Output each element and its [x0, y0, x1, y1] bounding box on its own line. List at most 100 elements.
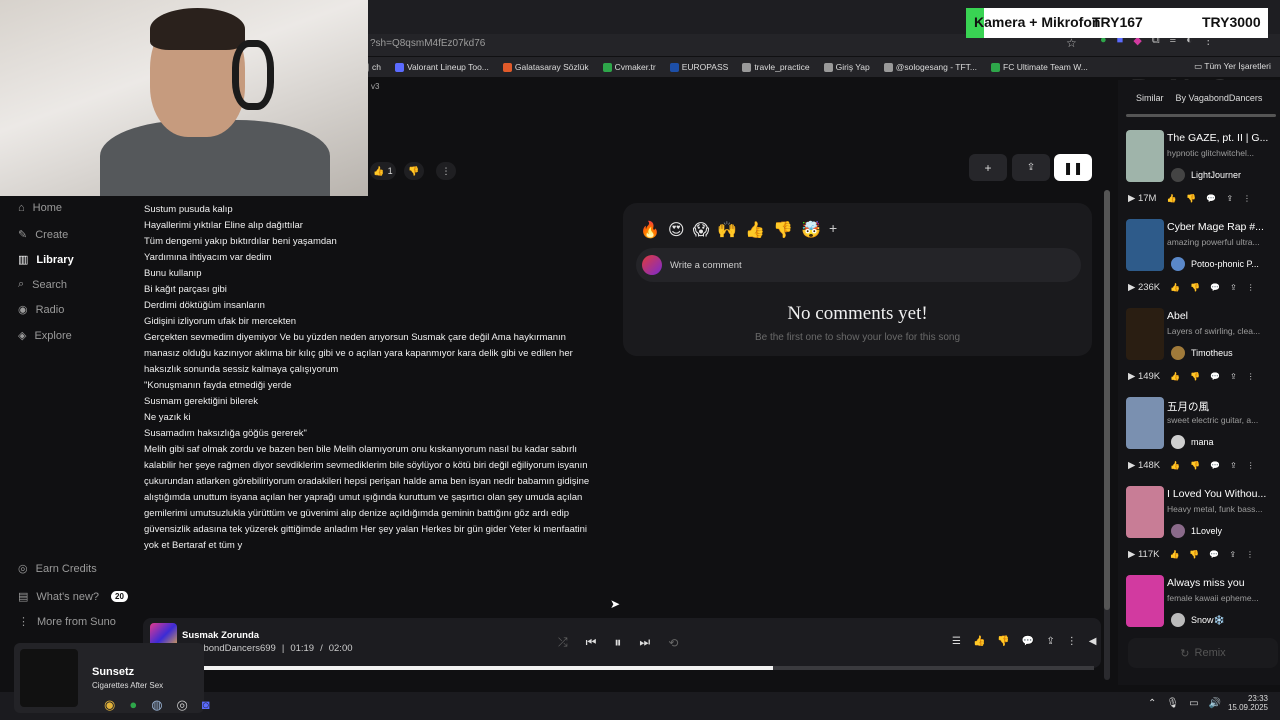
rec-thumbnail[interactable]	[1126, 308, 1164, 360]
rec-thumbnail[interactable]	[1126, 486, 1164, 538]
rec-like-icon[interactable]: 👍	[1170, 461, 1180, 470]
tabs-scrollbar[interactable]	[1126, 114, 1276, 117]
previous-icon[interactable]: ⏮	[586, 635, 597, 650]
rec-user[interactable]: Timotheus	[1171, 346, 1233, 360]
emoji-reaction-button[interactable]: 🙌	[717, 220, 737, 240]
shuffle-icon[interactable]: ⤮	[558, 635, 568, 650]
bookmark-8[interactable]: FC Ultimate Team W...	[991, 62, 1088, 72]
rec-title[interactable]: Cyber Mage Rap #...	[1167, 221, 1277, 233]
add-reaction-icon[interactable]: +	[829, 220, 837, 240]
rec-title[interactable]: I Loved You Withou...	[1167, 488, 1277, 500]
rec-thumbnail[interactable]	[1126, 219, 1164, 271]
collapse-icon[interactable]: ◀	[1089, 636, 1097, 647]
sidebar-item-home[interactable]: ⌂ Home	[18, 202, 62, 214]
rec-more-icon[interactable]: ⋮	[1243, 194, 1251, 203]
rec-dislike-icon[interactable]: 👎	[1190, 283, 1200, 292]
rec-comment-icon[interactable]: 💬	[1210, 283, 1220, 292]
rec-like-icon[interactable]: 👍	[1166, 194, 1176, 203]
rec-more-icon[interactable]: ⋮	[1247, 283, 1255, 292]
rec-more-icon[interactable]: ⋮	[1247, 461, 1255, 470]
dislike-button[interactable]: 👎	[404, 162, 424, 180]
comment-input[interactable]: Write a comment	[636, 248, 1081, 282]
rec-dislike-icon[interactable]: 👎	[1189, 550, 1199, 559]
emoji-reaction-button[interactable]: 🤯	[801, 220, 821, 240]
rec-like-icon[interactable]: 👍	[1170, 283, 1180, 292]
more-from-suno-link[interactable]: ⋮ More from Suno	[18, 615, 116, 629]
repeat-icon[interactable]: ⟲	[668, 636, 678, 650]
rec-comment-icon[interactable]: 💬	[1206, 194, 1216, 203]
emoji-reaction-button[interactable]: 👎	[773, 220, 793, 240]
bookmark-star-icon[interactable]: ☆	[1066, 36, 1077, 50]
player-share-icon[interactable]: ⇪	[1046, 636, 1054, 647]
remix-button[interactable]: ↻ Remix	[1128, 638, 1278, 668]
rec-comment-icon[interactable]: 💬	[1209, 550, 1219, 559]
player-comment-icon[interactable]: 💬	[1022, 636, 1034, 647]
emoji-reaction-button[interactable]: 😱	[693, 220, 710, 240]
rec-thumbnail[interactable]	[1126, 575, 1164, 627]
whats-new-link[interactable]: ▤ What's new? 20	[18, 590, 128, 603]
rec-play-count[interactable]: ▶ 17M	[1128, 193, 1156, 204]
player-more-icon[interactable]: ⋮	[1067, 636, 1077, 647]
sidebar-item-radio[interactable]: ◉ Radio	[18, 303, 64, 317]
pause-song-button[interactable]: ❚❚	[1054, 154, 1092, 181]
more-options-button[interactable]: ⋮	[436, 162, 456, 180]
rec-user[interactable]: Snow❄️	[1171, 613, 1225, 627]
bookmark-6[interactable]: Giriş Yap	[823, 62, 870, 72]
next-icon[interactable]: ⏭	[639, 635, 650, 650]
like-button[interactable]: 👍 1	[370, 162, 396, 180]
rec-user[interactable]: mana	[1171, 435, 1214, 449]
rec-share-icon[interactable]: ⇪	[1226, 194, 1233, 203]
emoji-reaction-button[interactable]: 😍	[668, 220, 685, 240]
sidebar-item-library[interactable]: ▥ Library	[18, 253, 74, 267]
progress-fill[interactable]	[150, 666, 774, 670]
rec-comment-icon[interactable]: 💬	[1210, 372, 1220, 381]
player-song-title[interactable]: Susmak Zorunda	[182, 630, 259, 641]
volume-icon[interactable]: 🔊	[1209, 698, 1221, 709]
bookmark-3[interactable]: Cvmaker.tr	[602, 62, 656, 72]
bookmark-7[interactable]: @sologesang - TFT...	[883, 62, 977, 72]
bookmark-4[interactable]: EUROPASS	[669, 62, 728, 72]
player-like-icon[interactable]: 👍	[973, 636, 985, 647]
steam-taskbar-icon[interactable]: ◍	[151, 697, 162, 713]
rec-thumbnail[interactable]	[1126, 130, 1164, 182]
rec-like-icon[interactable]: 👍	[1170, 372, 1180, 381]
player-pause-icon[interactable]: ⏸	[614, 634, 621, 651]
rec-user[interactable]: LightJourner	[1171, 168, 1241, 182]
bookmark-1[interactable]: Valorant Lineup Too...	[394, 62, 489, 72]
tray-chevron-icon[interactable]: ⌃	[1148, 698, 1156, 709]
emoji-reaction-button[interactable]: 👍	[745, 220, 765, 240]
sidebar-item-search[interactable]: ⌕ Search	[18, 278, 67, 291]
bookmark-2[interactable]: Galatasaray Sözlük	[502, 62, 589, 72]
rec-dislike-icon[interactable]: 👎	[1190, 461, 1200, 470]
emoji-reaction-button[interactable]: 🔥	[640, 220, 660, 240]
rec-thumbnail[interactable]	[1126, 397, 1164, 449]
rec-dislike-icon[interactable]: 👎	[1190, 372, 1200, 381]
rec-share-icon[interactable]: ⇪	[1230, 283, 1237, 292]
rec-play-count[interactable]: ▶ 149K	[1128, 371, 1160, 382]
rec-share-icon[interactable]: ⇪	[1230, 461, 1237, 470]
rec-user[interactable]: Potoo-phonic P...	[1171, 257, 1259, 271]
rec-play-count[interactable]: ▶ 148K	[1128, 460, 1160, 471]
rec-dislike-icon[interactable]: 👎	[1186, 194, 1196, 203]
chrome-taskbar-icon[interactable]: ◉	[104, 697, 115, 713]
rec-title[interactable]: Always miss you	[1167, 577, 1277, 589]
player-dislike-icon[interactable]: 👎	[997, 636, 1009, 647]
rec-like-icon[interactable]: 👍	[1169, 550, 1179, 559]
rec-share-icon[interactable]: ⇪	[1230, 372, 1237, 381]
rec-title[interactable]: 五月の風	[1167, 399, 1277, 414]
main-scrollbar-thumb[interactable]	[1104, 190, 1110, 610]
spotify-taskbar-icon[interactable]: ●	[129, 697, 137, 713]
rec-play-count[interactable]: ▶ 117K	[1128, 549, 1159, 560]
tab-by-artist[interactable]: By VagabondDancers	[1176, 93, 1263, 103]
rec-share-icon[interactable]: ⇪	[1229, 550, 1236, 559]
rec-more-icon[interactable]: ⋮	[1246, 550, 1254, 559]
share-button[interactable]: ⇪	[1012, 154, 1050, 181]
all-bookmarks[interactable]: ▭ Tüm Yer İşaretleri	[1194, 61, 1271, 72]
add-to-playlist-button[interactable]: +	[969, 154, 1007, 181]
system-clock[interactable]: 23:33 15.09.2025	[1226, 694, 1268, 712]
rec-title[interactable]: The GAZE, pt. II | G...	[1167, 132, 1277, 144]
bookmark-5[interactable]: travle_practice	[742, 62, 810, 72]
earn-credits-link[interactable]: ◎ Earn Credits	[18, 562, 97, 576]
sidebar-item-explore[interactable]: ◈ Explore	[18, 329, 72, 343]
tab-similar[interactable]: Similar	[1136, 93, 1164, 103]
